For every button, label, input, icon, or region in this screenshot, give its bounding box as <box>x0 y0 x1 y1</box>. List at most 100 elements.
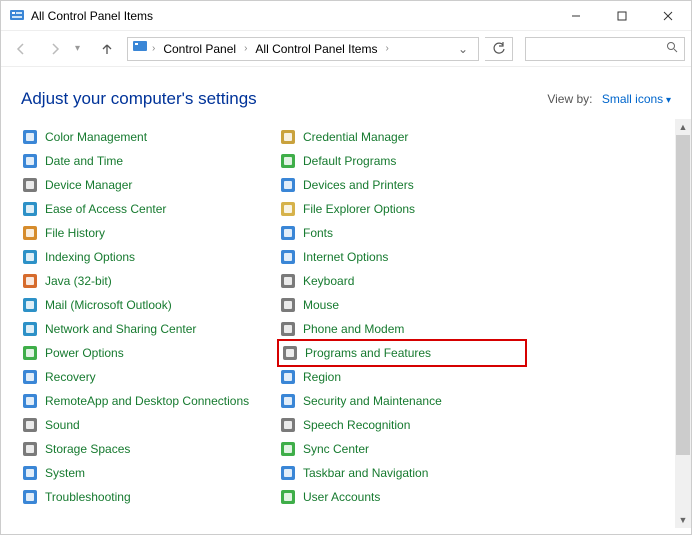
breadcrumb-icon <box>132 39 148 58</box>
control-panel-item-system[interactable]: System <box>19 461 269 485</box>
address-dropdown-icon[interactable]: ⌄ <box>452 42 474 56</box>
item-label: Taskbar and Navigation <box>303 466 428 480</box>
sync-center-icon <box>279 440 297 458</box>
mail-icon <box>21 296 39 314</box>
keyboard-icon <box>279 272 297 290</box>
control-panel-item-devices-printers[interactable]: Devices and Printers <box>277 173 527 197</box>
control-panel-item-troubleshooting[interactable]: Troubleshooting <box>19 485 269 509</box>
internet-options-icon <box>279 248 297 266</box>
scroll-down-button[interactable]: ▼ <box>675 512 691 528</box>
scroll-thumb[interactable] <box>676 135 690 455</box>
header: Adjust your computer's settings View by:… <box>1 67 691 119</box>
item-label: Mouse <box>303 298 339 312</box>
control-panel-item-programs-features[interactable]: Programs and Features <box>277 339 527 367</box>
item-label: Recovery <box>45 370 96 384</box>
control-panel-item-file-explorer-options[interactable]: File Explorer Options <box>277 197 527 221</box>
item-label: Credential Manager <box>303 130 408 144</box>
network-sharing-icon <box>21 320 39 338</box>
item-label: Devices and Printers <box>303 178 414 192</box>
control-panel-item-security-maintenance[interactable]: Security and Maintenance <box>277 389 527 413</box>
programs-features-icon <box>281 344 299 362</box>
page-title: Adjust your computer's settings <box>21 89 547 109</box>
control-panel-item-internet-options[interactable]: Internet Options <box>277 245 527 269</box>
address-bar[interactable]: › Control Panel › All Control Panel Item… <box>127 37 479 61</box>
control-panel-item-power-options[interactable]: Power Options <box>19 341 269 365</box>
close-button[interactable] <box>645 1 691 31</box>
control-panel-item-phone-modem[interactable]: Phone and Modem <box>277 317 527 341</box>
item-label: Sound <box>45 418 80 432</box>
control-panel-item-credential-manager[interactable]: Credential Manager <box>277 125 527 149</box>
item-label: Java (32-bit) <box>45 274 112 288</box>
speech-recognition-icon <box>279 416 297 434</box>
control-panel-item-sound[interactable]: Sound <box>19 413 269 437</box>
devices-printers-icon <box>279 176 297 194</box>
item-label: Troubleshooting <box>45 490 131 504</box>
control-panel-item-storage-spaces[interactable]: Storage Spaces <box>19 437 269 461</box>
control-panel-item-color-management[interactable]: Color Management <box>19 125 269 149</box>
control-panel-item-user-accounts[interactable]: User Accounts <box>277 485 527 509</box>
control-panel-item-keyboard[interactable]: Keyboard <box>277 269 527 293</box>
control-panel-item-region[interactable]: Region <box>277 365 527 389</box>
history-dropdown[interactable]: ▾ <box>75 43 87 54</box>
control-panel-item-mail[interactable]: Mail (Microsoft Outlook) <box>19 293 269 317</box>
remoteapp-icon <box>21 392 39 410</box>
item-label: Indexing Options <box>45 250 135 264</box>
scroll-up-button[interactable]: ▲ <box>675 119 691 135</box>
indexing-options-icon <box>21 248 39 266</box>
item-label: Color Management <box>45 130 147 144</box>
item-label: Device Manager <box>45 178 132 192</box>
item-label: Fonts <box>303 226 333 240</box>
control-panel-item-sync-center[interactable]: Sync Center <box>277 437 527 461</box>
java-icon <box>21 272 39 290</box>
breadcrumb-current[interactable]: All Control Panel Items <box>251 42 381 56</box>
control-panel-item-recovery[interactable]: Recovery <box>19 365 269 389</box>
troubleshooting-icon <box>21 488 39 506</box>
item-label: Region <box>303 370 341 384</box>
scroll-track[interactable] <box>675 135 691 512</box>
control-panel-item-mouse[interactable]: Mouse <box>277 293 527 317</box>
control-panel-item-default-programs[interactable]: Default Programs <box>277 149 527 173</box>
control-panel-item-network-sharing[interactable]: Network and Sharing Center <box>19 317 269 341</box>
breadcrumb-root[interactable]: Control Panel <box>159 42 240 56</box>
up-button[interactable] <box>93 35 121 63</box>
chevron-right-icon[interactable]: › <box>150 43 157 54</box>
control-panel-item-remoteapp[interactable]: RemoteApp and Desktop Connections <box>19 389 269 413</box>
item-label: File History <box>45 226 105 240</box>
search-input[interactable] <box>525 37 685 61</box>
item-label: Network and Sharing Center <box>45 322 196 336</box>
item-label: Internet Options <box>303 250 388 264</box>
control-panel-item-taskbar-navigation[interactable]: Taskbar and Navigation <box>277 461 527 485</box>
control-panel-item-fonts[interactable]: Fonts <box>277 221 527 245</box>
user-accounts-icon <box>279 488 297 506</box>
taskbar-navigation-icon <box>279 464 297 482</box>
maximize-button[interactable] <box>599 1 645 31</box>
item-label: Speech Recognition <box>303 418 410 432</box>
search-icon <box>666 41 678 56</box>
chevron-right-icon[interactable]: › <box>242 43 249 54</box>
date-and-time-icon <box>21 152 39 170</box>
control-panel-item-indexing-options[interactable]: Indexing Options <box>19 245 269 269</box>
control-panel-item-java[interactable]: Java (32-bit) <box>19 269 269 293</box>
control-panel-item-device-manager[interactable]: Device Manager <box>19 173 269 197</box>
item-label: Keyboard <box>303 274 354 288</box>
back-button[interactable] <box>7 35 35 63</box>
item-label: Phone and Modem <box>303 322 404 336</box>
item-label: Security and Maintenance <box>303 394 442 408</box>
column: Color Management Date and Time Device Mana… <box>19 125 269 516</box>
security-maintenance-icon <box>279 392 297 410</box>
refresh-button[interactable] <box>485 37 513 61</box>
system-icon <box>21 464 39 482</box>
item-label: Ease of Access Center <box>45 202 166 216</box>
item-label: RemoteApp and Desktop Connections <box>45 394 249 408</box>
scrollbar[interactable]: ▲ ▼ <box>675 119 691 528</box>
control-panel-item-ease-of-access[interactable]: Ease of Access Center <box>19 197 269 221</box>
forward-button[interactable] <box>41 35 69 63</box>
chevron-right-icon[interactable]: › <box>383 43 390 54</box>
control-panel-item-speech-recognition[interactable]: Speech Recognition <box>277 413 527 437</box>
minimize-button[interactable] <box>553 1 599 31</box>
items-grid: Color Management Date and Time Device Mana… <box>1 119 691 528</box>
file-history-icon <box>21 224 39 242</box>
control-panel-item-date-and-time[interactable]: Date and Time <box>19 149 269 173</box>
view-by-dropdown[interactable]: Small icons <box>602 92 671 106</box>
control-panel-item-file-history[interactable]: File History <box>19 221 269 245</box>
